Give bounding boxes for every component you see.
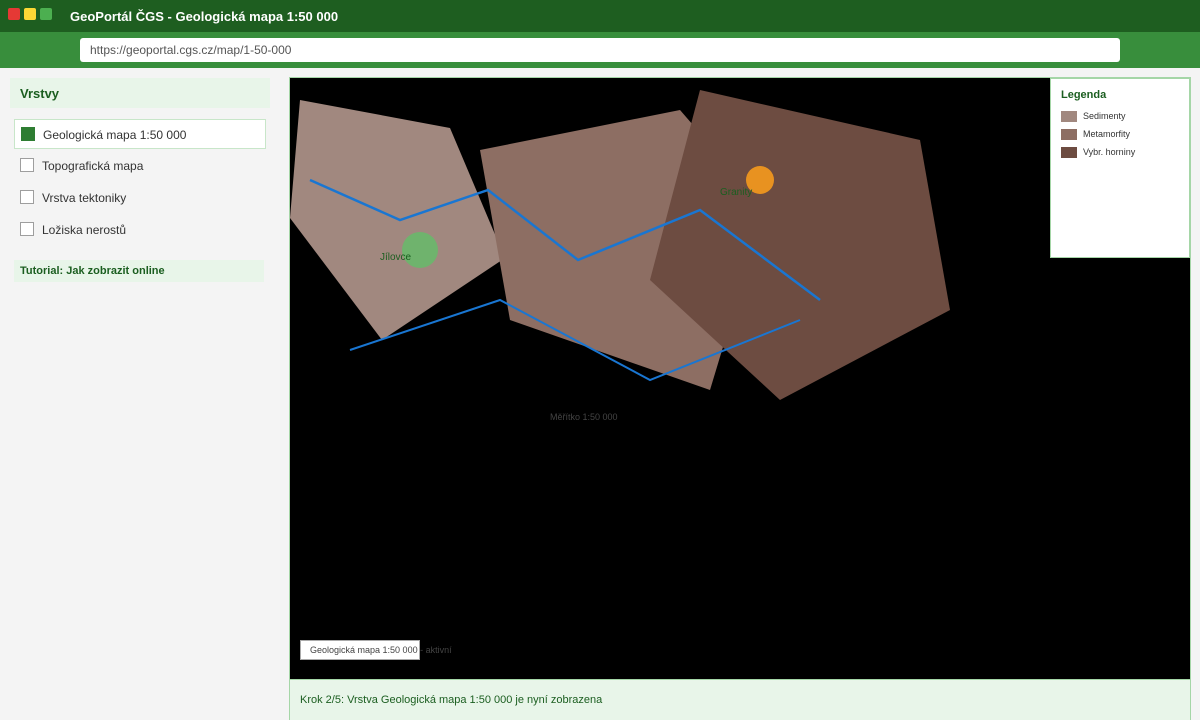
layers-header: Vrstvy: [10, 78, 270, 108]
legend-panel: Legenda Sedimenty Metamorfity Vybr. horn…: [1050, 78, 1190, 258]
layer-vrstva-tektoniky[interactable]: Vrstva tektoniky: [14, 183, 266, 213]
title-bar: GeoPortál ČGS - Geologická mapa 1:50 000: [0, 0, 1200, 32]
layer-label: Topografická mapa: [42, 159, 144, 173]
layer-loziska-nerostu[interactable]: Ložiska nerostů: [14, 215, 266, 245]
close-window-button[interactable]: [8, 8, 20, 20]
place-label-granity: Granity: [720, 187, 752, 198]
address-bar: https://geoportal.cgs.cz/map/1-50-000: [0, 32, 1200, 68]
scale-label: Měřítko 1:50 000: [550, 412, 618, 422]
layer-label: Vrstva tektoniky: [42, 191, 127, 205]
minimize-window-button[interactable]: [24, 8, 36, 20]
legend-label: Vybr. horniny: [1083, 147, 1136, 157]
tutorial-link[interactable]: Tutorial: Jak zobrazit online: [14, 260, 264, 282]
step-text: Krok 2/5: Vrstva Geologická mapa 1:50 00…: [300, 694, 603, 706]
legend-swatch: [1061, 147, 1077, 159]
legend-title: Legenda: [1061, 89, 1107, 101]
layer-checkbox[interactable]: [20, 190, 34, 204]
legend-label: Sedimenty: [1083, 111, 1126, 121]
layer-geologicka-mapa[interactable]: Geologická mapa 1:50 000: [14, 119, 266, 149]
url-field[interactable]: https://geoportal.cgs.cz/map/1-50-000: [80, 38, 1120, 62]
maximize-window-button[interactable]: [40, 8, 52, 20]
legend-label: Metamorfity: [1083, 129, 1131, 139]
legend-swatch: [1061, 111, 1077, 123]
legend-swatch: [1061, 129, 1077, 141]
legend-item-sediments: Sedimenty: [1061, 111, 1126, 123]
window-title: GeoPortál ČGS - Geologická mapa 1:50 000: [70, 9, 339, 24]
place-label-jilovce: Jílovce: [380, 252, 412, 263]
layer-checkbox-checked[interactable]: [21, 127, 35, 141]
layer-checkbox[interactable]: [20, 222, 34, 236]
layers-sidebar: Vrstvy Geologická mapa 1:50 000 Topograf…: [0, 68, 280, 720]
map-viewport[interactable]: Jílovce Granity Měřítko 1:50 000 Legenda…: [289, 77, 1191, 680]
legend-item-selected-rocks: Vybr. horniny: [1061, 147, 1136, 159]
layer-topograficka-mapa[interactable]: Topografická mapa: [14, 151, 266, 181]
tutorial-step-footer: Krok 2/5: Vrstva Geologická mapa 1:50 00…: [289, 680, 1191, 720]
active-layer-status: Geologická mapa 1:50 000 - aktivní: [310, 645, 452, 655]
layer-checkbox[interactable]: [20, 158, 34, 172]
layer-label: Ložiska nerostů: [42, 223, 127, 237]
legend-item-metamorphic: Metamorfity: [1061, 129, 1131, 141]
layer-label: Geologická mapa 1:50 000: [43, 128, 187, 142]
